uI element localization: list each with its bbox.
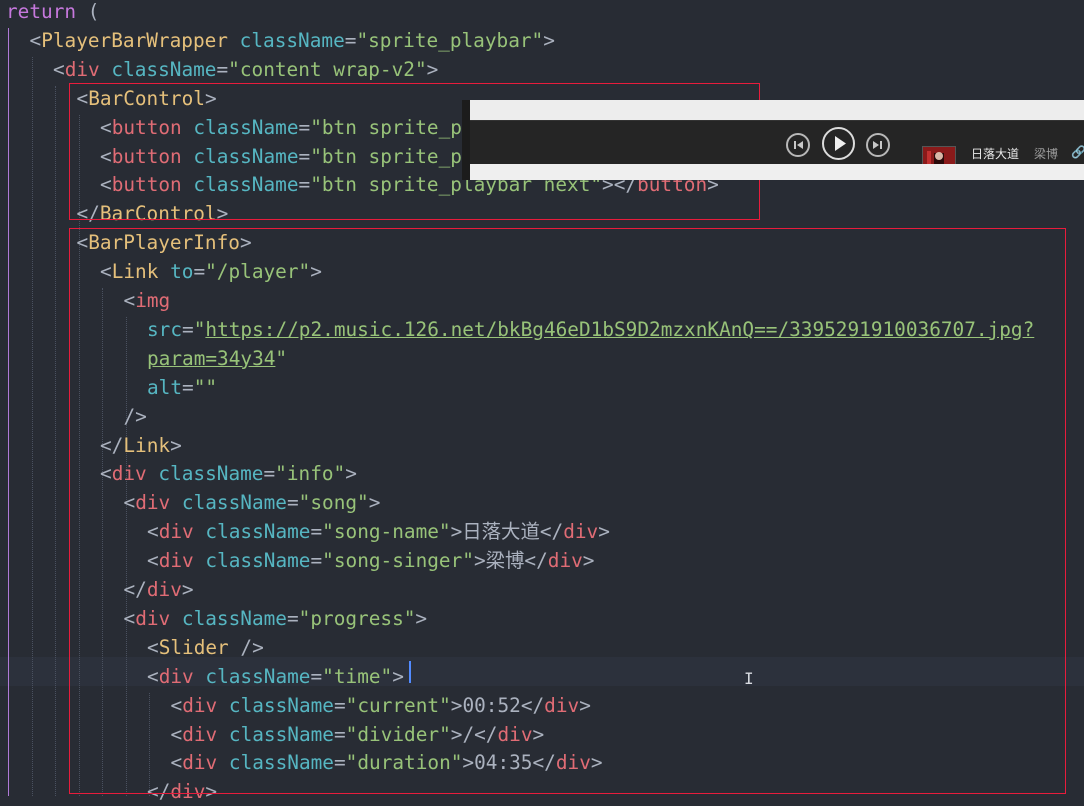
code-token: className bbox=[111, 57, 217, 81]
link-icon[interactable]: 🔗 bbox=[1071, 145, 1084, 159]
code-line[interactable]: <div className="content wrap-v2"> bbox=[53, 55, 438, 84]
code-token: > bbox=[426, 57, 439, 81]
prev-icon bbox=[794, 141, 803, 149]
code-token: div bbox=[64, 57, 100, 81]
indent-guide bbox=[8, 27, 9, 796]
code-token: className bbox=[239, 28, 345, 52]
code-editor[interactable]: return (<PlayerBarWrapper className="spr… bbox=[0, 0, 1084, 803]
play-button[interactable] bbox=[822, 127, 855, 160]
code-token: ( bbox=[76, 0, 100, 23]
player-bar-preview: 日落大道 梁博 🔗 bbox=[462, 100, 1084, 180]
code-token: > bbox=[543, 28, 555, 52]
player-bar: 日落大道 梁博 🔗 bbox=[462, 120, 1084, 180]
code-token: < bbox=[29, 28, 42, 52]
annotation-box-bar-player-info bbox=[69, 228, 1066, 794]
prev-button[interactable] bbox=[786, 133, 810, 157]
play-icon bbox=[835, 136, 846, 151]
next-icon bbox=[873, 141, 882, 149]
window-edge bbox=[462, 100, 470, 180]
code-token: < bbox=[53, 57, 65, 81]
code-token: = bbox=[216, 57, 229, 81]
indent-guide bbox=[31, 56, 33, 796]
code-token: "sprite_playbar" bbox=[356, 28, 544, 52]
code-token: PlayerBarWrapper bbox=[41, 28, 228, 52]
player-bottom-strip bbox=[462, 164, 1084, 180]
player-top-strip bbox=[462, 100, 1084, 120]
next-button[interactable] bbox=[866, 133, 890, 157]
code-line[interactable]: return ( bbox=[6, 0, 99, 26]
code-token: = bbox=[344, 28, 357, 52]
code-line[interactable]: <PlayerBarWrapper className="sprite_play… bbox=[30, 26, 555, 55]
code-token: "content wrap-v2" bbox=[228, 57, 427, 81]
indent-guide bbox=[55, 85, 56, 796]
song-name[interactable]: 日落大道 bbox=[971, 145, 1019, 162]
song-singer[interactable]: 梁博 bbox=[1034, 145, 1058, 162]
code-token: return bbox=[6, 0, 77, 23]
